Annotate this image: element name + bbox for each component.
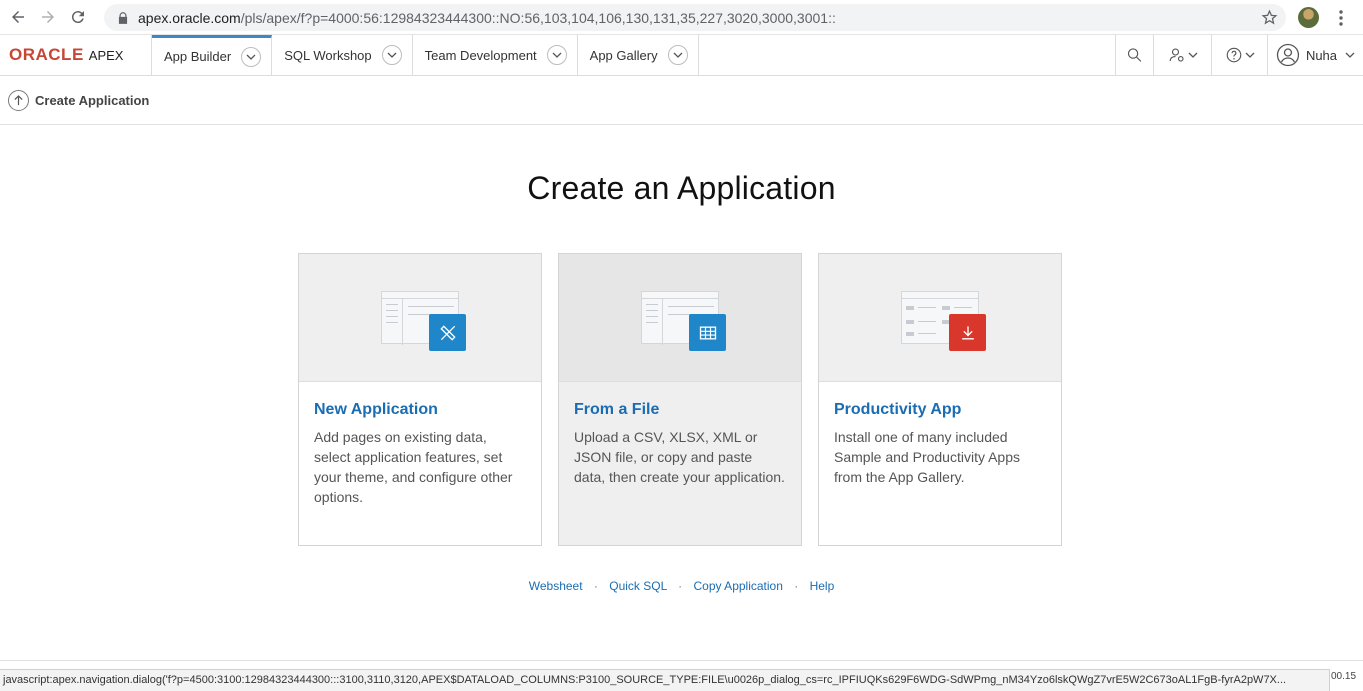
help-link[interactable]: Help: [810, 579, 835, 593]
breadcrumb-current: Create Application: [35, 92, 150, 108]
tools-icon: [429, 314, 466, 351]
new-application-card[interactable]: New Application Add pages on existing da…: [298, 253, 542, 546]
page-title: Create an Application: [527, 170, 836, 206]
user-name: Nuha: [1305, 47, 1338, 63]
secondary-options-links: Websheet · Quick SQL · Copy Application …: [0, 579, 1363, 593]
card-description: Upload a CSV, XLSX, XML or JSON file, or…: [574, 429, 785, 485]
oracle-apex-logo[interactable]: ORACLE APEX: [0, 35, 152, 75]
card-title[interactable]: Productivity App: [834, 401, 1061, 419]
header-actions: Nuha: [1115, 35, 1363, 75]
breadcrumb: Create Application: [0, 76, 1363, 125]
arrow-up-icon[interactable]: [8, 89, 29, 111]
url-path: /pls/apex/f?p=4000:56:12984323444300::NO…: [240, 9, 836, 26]
search-icon: [1127, 48, 1142, 62]
copy-application-link[interactable]: Copy Application: [694, 579, 783, 593]
chevron-down-icon[interactable]: [667, 45, 688, 65]
help-icon: [1226, 47, 1241, 63]
user-menu-button[interactable]: Nuha: [1267, 35, 1363, 75]
browser-menu-icon[interactable]: [1334, 8, 1348, 28]
tab-label: SQL Workshop: [284, 47, 372, 63]
websheet-link[interactable]: Websheet: [529, 579, 583, 593]
card-title[interactable]: From a File: [574, 401, 801, 419]
separator-dot: ·: [593, 579, 598, 593]
brand-oracle-text: ORACLE: [9, 45, 84, 64]
card-description: Install one of many included Sample and …: [834, 429, 1020, 485]
reload-icon[interactable]: [66, 5, 90, 29]
card-illustration: [819, 254, 1061, 382]
tab-app-gallery[interactable]: App Gallery: [578, 35, 699, 75]
browser-toolbar: apex.oracle.com/pls/apex/f?p=4000:56:129…: [0, 0, 1363, 35]
separator-dot: ·: [794, 579, 799, 593]
from-a-file-card[interactable]: From a File Upload a CSV, XLSX, XML or J…: [558, 253, 802, 546]
tab-label: App Builder: [164, 49, 232, 64]
help-menu-button[interactable]: [1211, 35, 1267, 75]
tab-team-development[interactable]: Team Development: [413, 35, 578, 75]
address-bar[interactable]: apex.oracle.com/pls/apex/f?p=4000:56:129…: [104, 4, 1286, 31]
card-illustration: [559, 254, 801, 382]
chevron-down-icon: [1245, 52, 1254, 58]
card-description: Add pages on existing data, select appli…: [314, 429, 513, 505]
link-status-preview: javascript:apex.navigation.dialog('f?p=4…: [0, 669, 1330, 691]
tab-label: App Gallery: [589, 47, 658, 63]
administration-menu-button[interactable]: [1153, 35, 1211, 75]
chevron-down-icon: [1188, 52, 1197, 58]
card-illustration: [299, 254, 541, 382]
separator-dot: ·: [678, 579, 683, 593]
status-right-fragment: 00.15: [1331, 671, 1357, 682]
url-text: apex.oracle.com/pls/apex/f?p=4000:56:129…: [138, 10, 836, 26]
apex-top-navigation: ORACLE APEX App Builder SQL Workshop Tea…: [0, 35, 1363, 76]
chevron-down-icon[interactable]: [381, 45, 402, 65]
bookmark-star-icon[interactable]: [1261, 9, 1278, 26]
user-settings-icon: [1169, 48, 1184, 62]
search-button[interactable]: [1115, 35, 1153, 75]
chevron-down-icon[interactable]: [241, 46, 262, 67]
card-title[interactable]: New Application: [314, 401, 541, 419]
productivity-app-card[interactable]: Productivity App Install one of many inc…: [818, 253, 1062, 546]
user-avatar-icon: [1276, 43, 1300, 67]
lock-icon: [118, 11, 128, 24]
url-host: apex.oracle.com: [138, 9, 241, 26]
back-icon[interactable]: [6, 5, 30, 29]
quick-sql-link[interactable]: Quick SQL: [609, 579, 667, 593]
forward-icon[interactable]: [36, 5, 60, 29]
table-grid-icon: [689, 314, 726, 351]
brand-apex-text: APEX: [88, 47, 124, 63]
chevron-down-icon[interactable]: [546, 45, 567, 65]
chevron-down-icon: [1345, 52, 1355, 58]
browser-profile-avatar[interactable]: [1298, 7, 1319, 28]
footer-divider: [0, 660, 1363, 661]
tab-label: Team Development: [424, 47, 537, 63]
download-icon: [949, 314, 986, 351]
tab-sql-workshop[interactable]: SQL Workshop: [272, 35, 413, 75]
tab-app-builder[interactable]: App Builder: [152, 35, 273, 75]
